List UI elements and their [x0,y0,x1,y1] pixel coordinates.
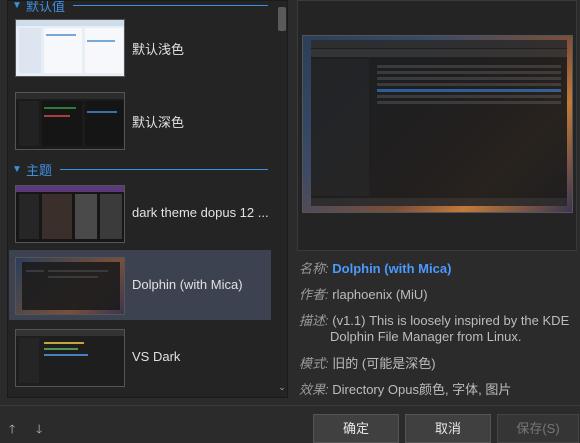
chevron-down-icon[interactable]: ▼ [12,164,24,175]
ok-button[interactable]: 确定 [313,414,399,443]
detail-description: 描述: (v1.1) This is loosely inspired by t… [299,313,575,345]
scrollbar-thumb[interactable] [278,7,286,31]
scroll-down-icon[interactable]: ⌄ [276,382,287,393]
list-item-dolphin-mica[interactable]: Dolphin (with Mica) [9,250,271,320]
detail-mode: 模式: 旧的 (可能是深色) [299,356,575,372]
arrow-up-icon[interactable]: 🡑 [9,420,15,441]
theme-thumbnail [15,257,125,315]
detail-value: (v1.1) This is loosely inspired by the K… [332,313,570,328]
preview-pane [297,0,577,251]
theme-thumbnail [15,329,125,387]
cancel-button[interactable]: 取消 [405,414,491,443]
detail-value: rlaphoenix (MiU) [332,287,428,302]
detail-label: 名称: [299,261,329,276]
list-item-default-dark[interactable]: 默认深色 [9,85,271,155]
detail-effect: 效果: Directory Opus颜色, 字体, 图片 [299,382,575,398]
group-title: 主题 [26,162,53,178]
detail-name: 名称: Dolphin (with Mica) [299,261,575,277]
detail-value: Dolphin (with Mica) [332,261,452,276]
detail-label: 效果: [299,382,329,397]
detail-value: Directory Opus颜色, 字体, 图片 [332,382,512,397]
list-item-dark-theme-dopus[interactable]: dark theme dopus 12 ... [9,178,271,248]
theme-name: Dolphin (with Mica) [132,277,243,292]
detail-label: 模式: [299,356,329,371]
detail-value: Dolphin File Manager from Linux. [330,329,522,344]
theme-name: 默认深色 [132,115,185,130]
group-divider [60,168,268,170]
group-header-themes[interactable]: ▼ 主题 [8,160,270,178]
list-scrollbar[interactable]: ⌄ [276,1,287,397]
theme-thumbnail [15,92,125,150]
theme-name: VS Dark [132,349,181,364]
theme-thumbnail [15,19,125,77]
theme-name: dark theme dopus 12 ... [132,205,269,220]
theme-preview-image [302,35,573,213]
detail-label: 描述: [299,313,329,328]
arrow-down-icon[interactable]: 🡓 [36,420,42,441]
dialog-footer: 🡑 🡓 确定 取消 保存(S) [0,405,580,443]
detail-label: 作者: [299,287,329,302]
theme-list[interactable]: ▼ 默认值 默认浅色 默认深色 ▼ 主题 dark theme dopus 12… [7,0,288,398]
list-item-default-light[interactable]: 默认浅色 [9,12,271,82]
theme-name: 默认浅色 [132,42,185,57]
list-item-vs-dark[interactable]: VS Dark [9,322,271,392]
detail-author: 作者: rlaphoenix (MiU) [299,287,575,303]
chevron-down-icon[interactable]: ▼ [12,1,24,11]
detail-value: 旧的 (可能是深色) [332,356,436,371]
save-button[interactable]: 保存(S) [497,414,579,443]
theme-thumbnail [15,185,125,243]
group-divider [73,4,268,6]
